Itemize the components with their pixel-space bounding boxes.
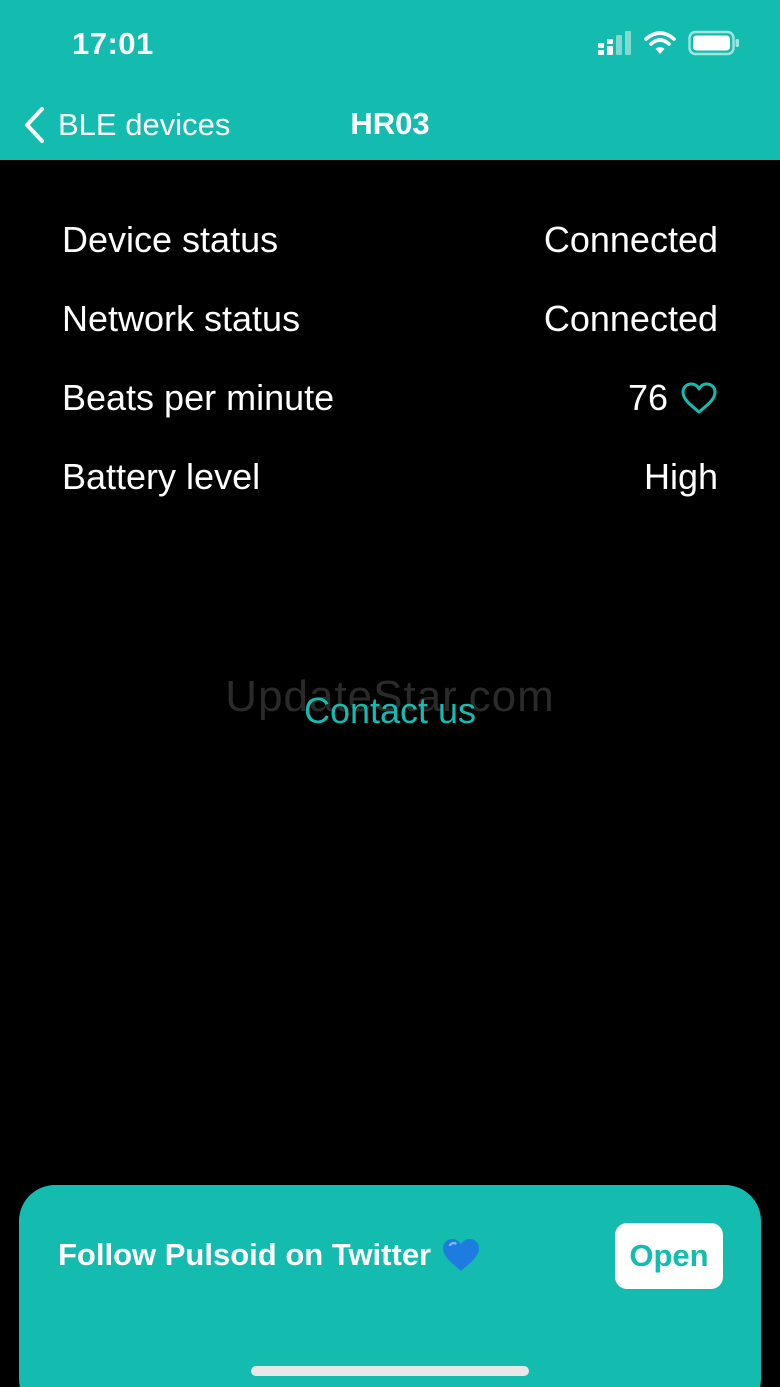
screen: 17:01 BLE devices HR03 Device status Con…	[0, 0, 780, 1387]
info-label: Device status	[62, 218, 279, 260]
blue-heart-icon	[443, 1239, 480, 1271]
device-info-list: Device status Connected Network status C…	[62, 200, 718, 516]
info-row-network-status: Network status Connected	[62, 279, 718, 358]
info-row-device-status: Device status Connected	[62, 200, 718, 279]
info-row-beats-per-minute: Beats per minute 76	[62, 358, 718, 437]
battery-icon	[688, 30, 739, 56]
contact-us-link[interactable]: Contact us	[0, 690, 780, 732]
info-value: Connected	[543, 297, 718, 339]
status-icons	[596, 30, 740, 56]
bpm-value-wrapper: 76	[628, 377, 718, 419]
bpm-value: 76	[627, 376, 668, 418]
twitter-banner: Follow Pulsoid on Twitter Open	[19, 1185, 761, 1387]
info-value: Connected	[543, 218, 718, 260]
heart-outline-icon	[681, 382, 717, 413]
wifi-icon	[644, 31, 676, 54]
banner-message: Follow Pulsoid on Twitter	[58, 1237, 481, 1273]
page-title: HR03	[350, 106, 430, 141]
header: 17:01 BLE devices HR03	[0, 0, 780, 160]
cellular-signal-icon	[598, 31, 631, 55]
home-indicator	[251, 1366, 529, 1376]
banner-text: Follow Pulsoid on Twitter	[58, 1237, 432, 1272]
info-label: Network status	[62, 297, 301, 339]
info-label: Beats per minute	[62, 376, 335, 418]
info-row-battery-level: Battery level High	[62, 437, 718, 516]
info-value: High	[643, 455, 718, 497]
status-time: 17:01	[72, 26, 154, 61]
open-button[interactable]: Open	[615, 1223, 723, 1289]
info-label: Battery level	[62, 455, 261, 497]
